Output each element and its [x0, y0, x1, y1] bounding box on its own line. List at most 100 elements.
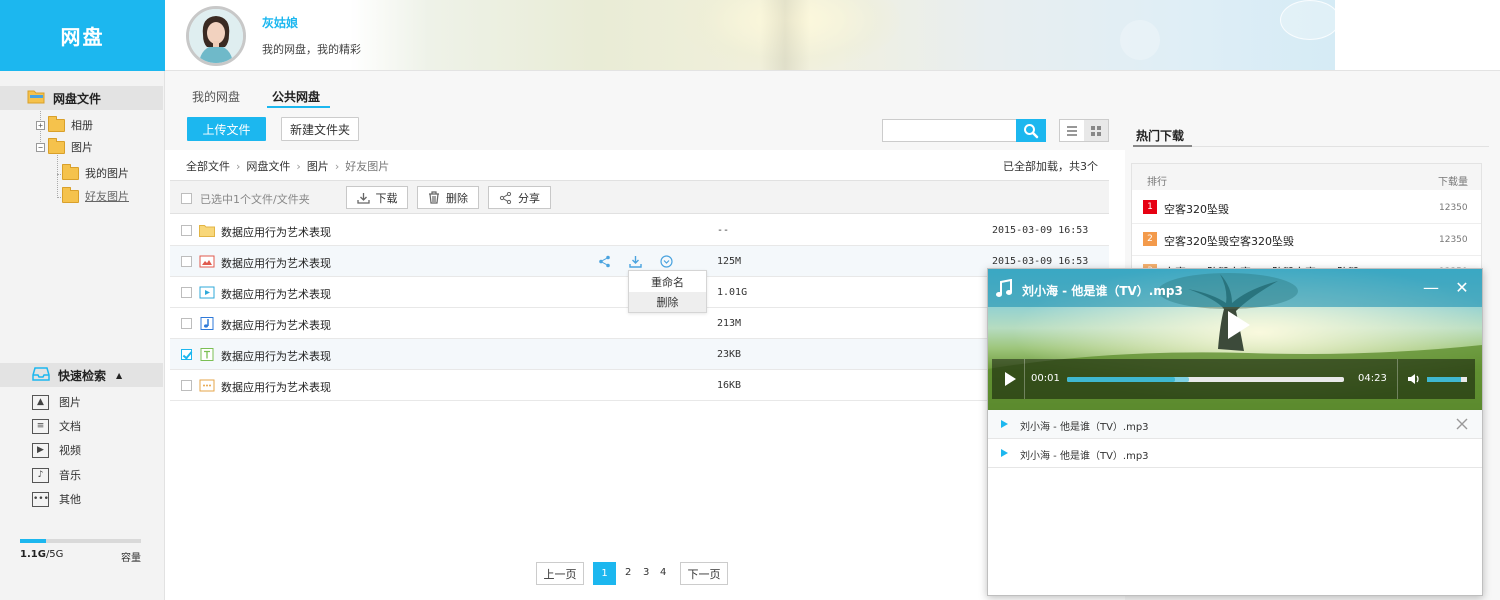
- page-2-link[interactable]: 2: [625, 567, 631, 578]
- share-button[interactable]: 分享: [488, 186, 551, 209]
- row-checkbox[interactable]: [181, 349, 192, 360]
- banner-tree: [760, 0, 810, 70]
- image-file-icon: [199, 255, 215, 268]
- search-button[interactable]: [1016, 119, 1046, 142]
- divider: [1397, 359, 1398, 399]
- file-name[interactable]: 数据应用行为艺术表现: [221, 286, 331, 302]
- big-play-icon[interactable]: [1228, 311, 1250, 339]
- row-checkbox[interactable]: [181, 256, 192, 267]
- close-icon[interactable]: ✕: [1453, 278, 1471, 297]
- share-icon[interactable]: [598, 255, 611, 271]
- storage-used: 1.1G: [20, 549, 46, 560]
- collapse-icon[interactable]: −: [36, 142, 45, 152]
- current-time: 00:01: [1031, 373, 1060, 384]
- avatar[interactable]: [186, 6, 246, 66]
- folder-icon: [48, 115, 65, 132]
- quick-search-label: 音乐: [59, 469, 81, 482]
- hot-downloads-header: [1132, 164, 1481, 190]
- username[interactable]: 灰姑娘: [262, 14, 298, 31]
- quick-search-label: 文档: [59, 420, 81, 433]
- breadcrumb: 全部文件 › 网盘文件 › 图片 › 好友图片: [186, 158, 389, 174]
- select-all-checkbox[interactable]: [181, 193, 192, 204]
- hot-downloads-title[interactable]: 热门下载: [1136, 127, 1184, 144]
- quick-search-header[interactable]: 快速检索 ▲: [0, 363, 163, 387]
- row-checkbox[interactable]: [181, 225, 192, 236]
- hot-item-name[interactable]: 空客320坠毁空客320坠毁: [1164, 233, 1294, 249]
- storage-total: /5G: [45, 549, 64, 560]
- volume-icon[interactable]: [1407, 373, 1421, 388]
- tab-public-disk[interactable]: 公共网盘: [272, 88, 320, 105]
- breadcrumb-link[interactable]: 全部文件: [186, 158, 230, 174]
- download-icon[interactable]: [629, 255, 642, 271]
- tree-item-label: 我的图片: [85, 167, 129, 180]
- column-header-rank: 排行: [1147, 177, 1167, 188]
- row-checkbox[interactable]: [181, 318, 192, 329]
- chevron-right-icon: ›: [334, 159, 340, 173]
- action-bar: [170, 180, 1109, 214]
- rename-menu-item[interactable]: 重命名: [629, 272, 706, 292]
- other-file-icon: [199, 379, 215, 392]
- sidebar-files-header[interactable]: 网盘文件: [0, 86, 163, 110]
- row-checkbox[interactable]: [181, 287, 192, 298]
- text-file-icon: [199, 348, 215, 361]
- playlist-item-name: 刘小海 - 他是谁（TV）.mp3: [1020, 451, 1149, 462]
- quick-search-label: 其他: [59, 493, 81, 506]
- prev-page-button[interactable]: 上一页: [536, 562, 584, 585]
- caret-up-icon[interactable]: ▲: [116, 371, 122, 380]
- app-logo[interactable]: 网盘: [0, 0, 165, 71]
- sidebar-item-friend-pictures[interactable]: 好友图片: [62, 186, 129, 205]
- file-size: --: [717, 225, 730, 236]
- selection-count: 已选中1个文件/文件夹: [200, 193, 310, 206]
- upload-button[interactable]: 上传文件: [187, 117, 266, 141]
- total-time: 04:23: [1358, 373, 1387, 384]
- column-header-downloads: 下载量: [1438, 177, 1468, 188]
- minimize-icon[interactable]: —: [1423, 278, 1439, 297]
- sidebar-item-album[interactable]: + 相册: [36, 115, 93, 134]
- inbox-icon: [32, 366, 50, 384]
- file-name[interactable]: 数据应用行为艺术表现: [221, 224, 331, 240]
- file-name[interactable]: 数据应用行为艺术表现: [221, 348, 331, 364]
- delete-button[interactable]: 删除: [417, 186, 479, 209]
- file-name[interactable]: 数据应用行为艺术表现: [221, 317, 331, 333]
- list-view-button[interactable]: [1060, 120, 1084, 141]
- expand-icon[interactable]: +: [36, 120, 45, 130]
- tab-my-disk[interactable]: 我的网盘: [192, 88, 240, 105]
- sidebar-item-pictures[interactable]: − 图片: [36, 137, 93, 156]
- player-title: 刘小海 - 他是谁（TV）.mp3: [1022, 284, 1183, 298]
- quick-search-documents[interactable]: ≡ 文档: [32, 418, 81, 434]
- quick-search-videos[interactable]: ▶ 视频: [32, 442, 81, 458]
- video-icon: ▶: [32, 442, 49, 458]
- play-icon[interactable]: [1005, 372, 1016, 386]
- file-name[interactable]: 数据应用行为艺术表现: [221, 379, 331, 395]
- download-button[interactable]: 下载: [346, 186, 408, 209]
- quick-search-music[interactable]: ♪ 音乐: [32, 467, 81, 483]
- play-icon[interactable]: [1001, 420, 1008, 428]
- page-4-link[interactable]: 4: [660, 567, 666, 578]
- row-checkbox[interactable]: [181, 380, 192, 391]
- sidebar-item-my-pictures[interactable]: 我的图片: [62, 163, 129, 182]
- page-3-link[interactable]: 3: [643, 567, 649, 578]
- page-1-button[interactable]: 1: [593, 562, 616, 585]
- new-folder-button[interactable]: 新建文件夹: [281, 117, 359, 141]
- delete-menu-item[interactable]: 删除: [629, 292, 706, 312]
- quick-search-label: 图片: [59, 396, 81, 409]
- file-size: 213M: [717, 318, 742, 329]
- folder-icon: [27, 89, 45, 107]
- hot-item-name[interactable]: 空客320坠毁: [1164, 201, 1229, 217]
- banner-bokeh: [1280, 0, 1340, 40]
- next-page-button[interactable]: 下一页: [680, 562, 728, 585]
- quick-search-other[interactable]: ••• 其他: [32, 491, 81, 507]
- tree-item-label: 图片: [71, 141, 93, 154]
- grid-view-button[interactable]: [1084, 120, 1108, 141]
- breadcrumb-link[interactable]: 网盘文件: [246, 158, 290, 174]
- file-date: 2015-03-09 16:53: [992, 256, 1089, 267]
- breadcrumb-link[interactable]: 图片: [307, 158, 329, 174]
- file-name[interactable]: 数据应用行为艺术表现: [221, 255, 331, 271]
- play-icon[interactable]: [1001, 449, 1008, 457]
- file-size: 16KB: [717, 380, 742, 391]
- close-icon[interactable]: [1454, 416, 1470, 432]
- more-icon[interactable]: [660, 255, 673, 271]
- search-input[interactable]: [882, 119, 1017, 142]
- quick-search-images[interactable]: ▲ 图片: [32, 394, 81, 410]
- chevron-right-icon: ›: [296, 159, 301, 173]
